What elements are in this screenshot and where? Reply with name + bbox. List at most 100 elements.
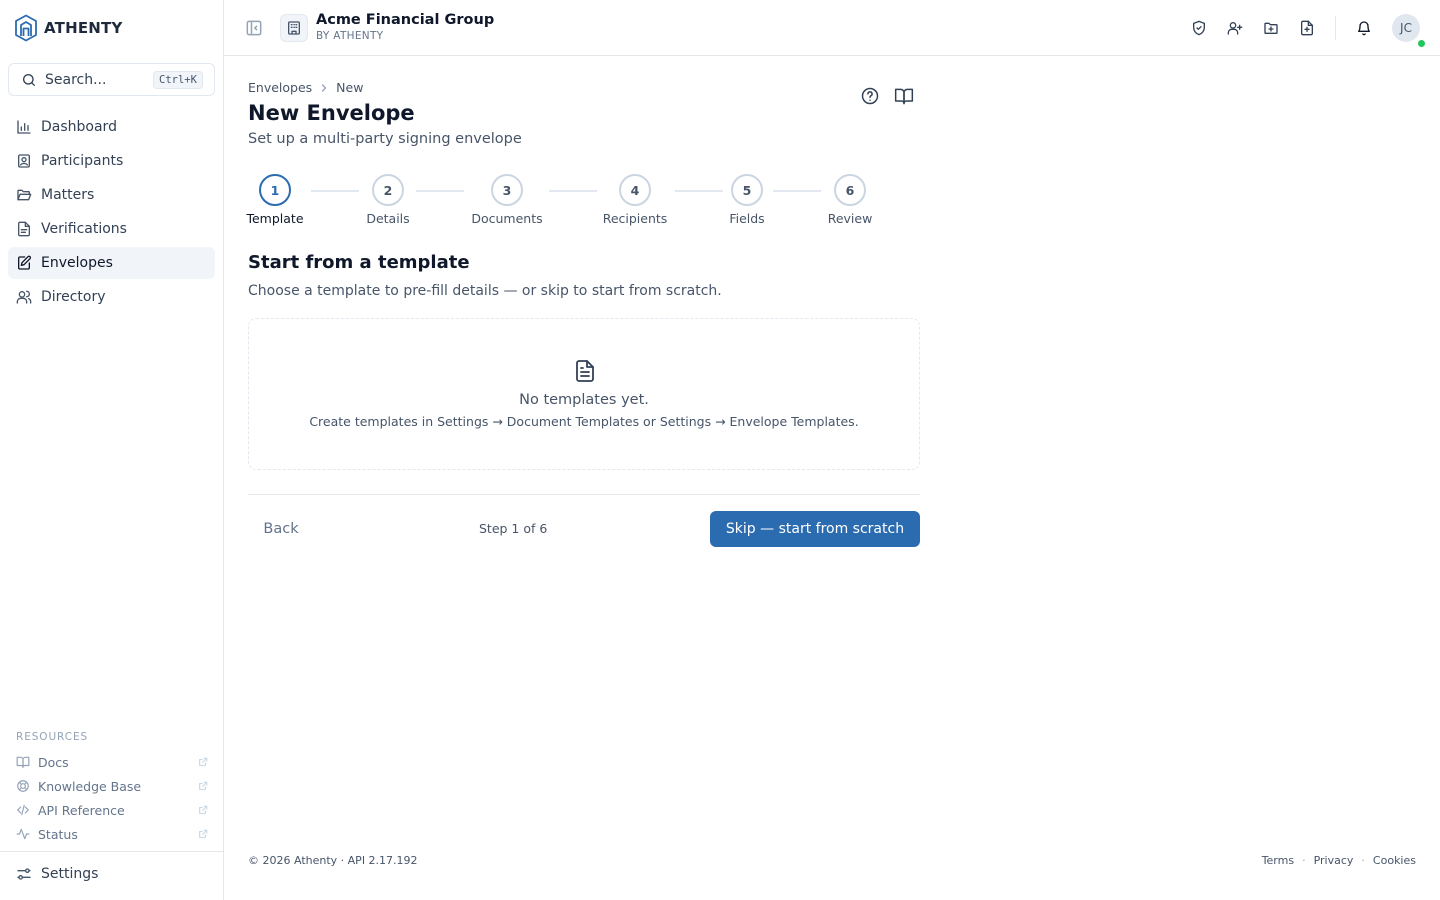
privacy-link[interactable]: Privacy xyxy=(1314,854,1354,867)
step-number: 1 xyxy=(259,174,291,206)
help-icon[interactable] xyxy=(860,86,880,106)
stepper-connector xyxy=(773,190,821,192)
search-box[interactable]: Ctrl+K xyxy=(8,63,215,96)
stepper-connector xyxy=(311,190,359,192)
empty-state-title: No templates yet. xyxy=(519,392,649,408)
online-status-dot xyxy=(1417,39,1426,48)
athenty-logo-icon xyxy=(14,14,38,42)
resource-label: Docs xyxy=(38,754,69,770)
bell-icon[interactable] xyxy=(1354,18,1374,38)
step-number: 6 xyxy=(834,174,866,206)
step-label: Review xyxy=(827,211,873,226)
sidebar-footer: Settings xyxy=(0,851,223,900)
cookies-link[interactable]: Cookies xyxy=(1373,854,1416,867)
header-divider xyxy=(1335,16,1336,40)
stepper-connector xyxy=(549,190,597,192)
step-fields[interactable]: 5 Fields xyxy=(728,174,766,226)
back-button[interactable]: Back xyxy=(248,511,314,547)
step-template[interactable]: 1 Template xyxy=(246,174,304,226)
shield-check-icon[interactable] xyxy=(1189,18,1209,38)
step-label: Details xyxy=(366,211,410,226)
external-link-icon xyxy=(198,781,208,791)
organization-icon[interactable] xyxy=(280,14,308,42)
external-link-icon xyxy=(198,805,208,815)
sidebar-item-directory[interactable]: Directory xyxy=(8,281,215,313)
step-documents[interactable]: 3 Documents xyxy=(471,174,543,226)
resource-knowledge-base-link[interactable]: Knowledge Base xyxy=(16,776,208,796)
resource-label: Knowledge Base xyxy=(38,778,142,794)
resource-api-reference-link[interactable]: API Reference xyxy=(16,800,208,820)
resource-label: Status xyxy=(38,826,78,842)
stepper-connector xyxy=(675,190,723,192)
code-icon xyxy=(16,803,30,817)
separator-dot: · xyxy=(1302,854,1306,867)
breadcrumb-envelopes-link[interactable]: Envelopes xyxy=(248,80,312,95)
sidebar-item-participants[interactable]: Participants xyxy=(8,145,215,177)
section-description: Choose a template to pre-fill details — … xyxy=(248,283,722,299)
brand-name: ATHENTY xyxy=(44,19,123,37)
sidebar-item-envelopes[interactable]: Envelopes xyxy=(8,247,215,279)
page-title: New Envelope xyxy=(248,101,415,125)
step-label: Fields xyxy=(729,211,765,226)
stepper-connector xyxy=(416,190,464,192)
step-number: 5 xyxy=(731,174,763,206)
sidebar-item-verifications[interactable]: Verifications xyxy=(8,213,215,245)
step-number: 3 xyxy=(491,174,523,206)
organization-subtitle: BY ATHENTY xyxy=(316,30,384,42)
document-edit-icon xyxy=(16,255,32,271)
step-label: Template xyxy=(246,211,304,226)
book-open-icon[interactable] xyxy=(894,86,914,106)
templates-empty-state: No templates yet. Create templates in Se… xyxy=(248,318,920,470)
search-input[interactable] xyxy=(45,71,145,88)
resource-status-link[interactable]: Status xyxy=(16,824,208,844)
step-counter: Step 1 of 6 xyxy=(479,521,548,536)
sidebar-item-label: Directory xyxy=(41,289,106,305)
bar-chart-icon xyxy=(16,119,32,135)
external-link-icon xyxy=(198,757,208,767)
resource-label: API Reference xyxy=(38,802,125,818)
copyright-text: © 2026 Athenty · API 2.17.192 xyxy=(248,854,418,867)
resource-docs-link[interactable]: Docs xyxy=(16,752,208,772)
sidebar-item-dashboard[interactable]: Dashboard xyxy=(8,111,215,143)
terms-link[interactable]: Terms xyxy=(1262,854,1294,867)
empty-state-description: Create templates in Settings → Document … xyxy=(309,414,859,429)
wizard-divider xyxy=(248,494,920,495)
step-label: Recipients xyxy=(602,211,668,226)
skip-start-from-scratch-button[interactable]: Skip — start from scratch xyxy=(710,511,920,547)
step-review[interactable]: 6 Review xyxy=(828,174,872,226)
sidebar-item-label: Verifications xyxy=(41,221,127,237)
sidebar-item-label: Envelopes xyxy=(41,255,113,271)
footer-links: Terms · Privacy · Cookies xyxy=(1262,854,1416,867)
folder-open-icon xyxy=(16,187,32,203)
brand[interactable]: ATHENTY xyxy=(14,14,123,42)
sidebar-item-label: Participants xyxy=(41,153,124,169)
step-details[interactable]: 2 Details xyxy=(366,174,410,226)
sidebar-item-label: Matters xyxy=(41,187,95,203)
lifebuoy-icon xyxy=(16,779,30,793)
page-subtitle: Set up a multi-party signing envelope xyxy=(248,131,522,147)
sidebar-item-matters[interactable]: Matters xyxy=(8,179,215,211)
activity-icon xyxy=(16,827,30,841)
section-title: Start from a template xyxy=(248,252,470,273)
sidebar: ATHENTY Ctrl+K Dashboard Participants Ma… xyxy=(0,0,224,900)
sidebar-item-label: Dashboard xyxy=(41,119,117,135)
organization-name[interactable]: Acme Financial Group xyxy=(316,12,494,28)
sidebar-toggle-icon[interactable] xyxy=(244,18,264,38)
sidebar-nav: Dashboard Participants Matters Verificat… xyxy=(8,111,215,315)
step-recipients[interactable]: 4 Recipients xyxy=(602,174,668,226)
top-header: Acme Financial Group BY ATHENTY JC xyxy=(224,0,1440,56)
chevron-right-icon xyxy=(318,82,330,94)
settings-label: Settings xyxy=(41,866,99,882)
add-user-icon[interactable] xyxy=(1225,18,1245,38)
new-document-icon[interactable] xyxy=(1297,18,1317,38)
settings-link[interactable]: Settings xyxy=(16,866,98,882)
external-link-icon xyxy=(198,829,208,839)
sliders-icon xyxy=(16,866,32,882)
contact-card-icon xyxy=(16,153,32,169)
document-check-icon xyxy=(16,221,32,237)
step-number: 4 xyxy=(619,174,651,206)
user-avatar[interactable]: JC xyxy=(1392,14,1420,42)
search-icon xyxy=(21,72,37,88)
search-shortcut: Ctrl+K xyxy=(153,70,203,89)
new-folder-icon[interactable] xyxy=(1261,18,1281,38)
